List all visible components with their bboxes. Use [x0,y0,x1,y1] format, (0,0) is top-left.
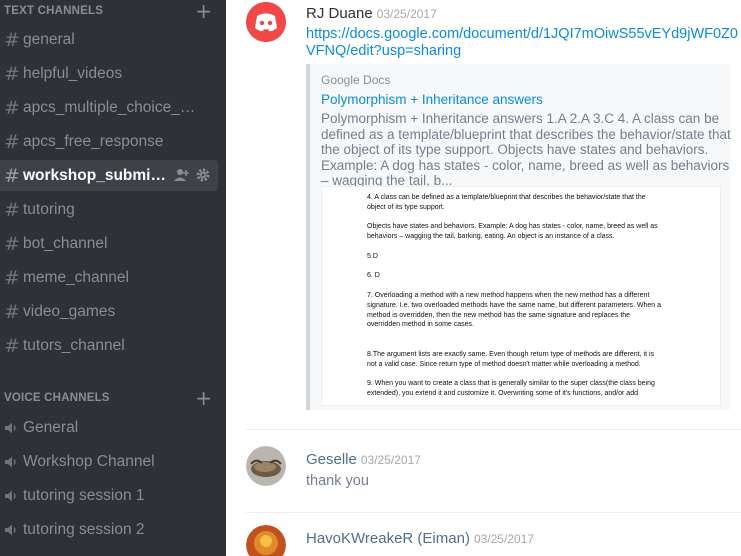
hash-icon: # [4,198,20,221]
channel-name: meme_channel [23,268,129,286]
message-text: thank you [306,473,369,489]
text-channel-item[interactable]: # apcs_free_response [0,126,218,157]
voice-channel-item[interactable]: Workshop Channel [0,446,218,477]
document-preview-line: 4. A class can be defined as a template/… [367,194,646,201]
author-name[interactable]: Geselle [306,451,357,468]
text-channel-item[interactable]: # bot_channel [0,228,218,259]
text-channel-item[interactable]: # meme_channel [0,262,218,293]
avatar[interactable] [246,2,286,42]
document-preview-line: object of its type support. [367,203,445,211]
channel-sidebar: TEXT CHANNELS + # general # helpful_videos #… [0,0,226,556]
hash-icon: # [4,232,20,255]
message-area: RJ Duane 03/25/2017 https://docs.google.c… [226,0,741,556]
channel-name: video_games [23,302,116,320]
document-preview-line: not a valid case. Since return type of m… [367,360,641,368]
hash-icon: # [4,300,20,323]
channel-name: tutoring [23,200,75,218]
gear-icon[interactable] [196,168,210,182]
channel-name: tutoring session 1 [23,486,145,504]
channel-name: bot_channel [23,234,108,252]
voice-channels-title: VOICE CHANNELS [4,392,110,404]
channel-name: helpful_videos [23,64,123,82]
document-preview-line: 8.The argument lists are exactly same. E… [367,350,655,358]
document-preview-line: 7. Overloading a method with a new metho… [367,292,650,299]
channel-actions [174,168,210,182]
avatar[interactable] [246,446,286,486]
speaker-icon [4,523,20,537]
embed-document-preview-image[interactable]: 4. A class can be defined as a template/… [321,186,721,406]
channel-name: tutors_channel [23,336,125,354]
hash-icon: # [4,96,20,119]
channel-name: workshop_submissi... [23,166,173,184]
voice-channel-item[interactable]: General [0,412,218,443]
channel-name: apcs_free_response [23,132,164,150]
text-channel-item[interactable]: # video_games [0,296,218,327]
channel-name: tutoring session 2 [23,520,145,538]
timestamp: 03/25/2017 [473,532,535,546]
text-channel-item[interactable]: # helpful_videos [0,58,218,89]
embed-provider: Google Docs [321,73,391,87]
voice-channel-item[interactable]: tutoring session 2 [0,514,218,545]
document-preview-line: signature. I.e. two overloaded methods h… [367,301,662,309]
avatar[interactable] [246,525,286,556]
document-preview-line: overridden method in some cases. [367,321,474,329]
channel-name: apcs_multiple_choice_qu... [23,98,203,116]
channel-name: general [23,30,75,48]
document-preview-line: Objects have states and behaviors. Examp… [367,223,658,231]
fiery-avatar-icon [246,525,286,556]
add-text-channel-icon[interactable]: + [195,1,212,21]
message-header: Geselle 03/25/2017 [306,451,421,468]
message-link[interactable]: https://docs.google.com/document/d/1JQI7… [306,26,741,60]
document-preview-line: 9. When you want to create a class that … [367,380,655,388]
speaker-icon [4,489,20,503]
hash-icon: # [4,62,20,85]
message-divider [246,429,741,430]
channel-name: Workshop Channel [23,452,155,470]
hash-icon: # [4,28,20,51]
crab-photo-avatar-icon [246,446,286,486]
document-preview-line: behaviors – wagging the tail, barking, e… [367,233,615,241]
hash-icon: # [4,130,20,153]
author-name[interactable]: HavoKWreakeR (Eiman) [306,530,470,547]
timestamp: 03/25/2017 [360,453,421,467]
link-embed: Google Docs Polymorphism + Inheritance a… [306,64,731,410]
text-channel-item[interactable]: # workshop_submissi... [0,160,218,191]
document-preview-line: extended), you extend it and customize i… [367,390,638,397]
discord-logo-icon [246,2,286,42]
hash-icon: # [4,164,20,187]
hash-icon: # [4,266,20,289]
text-channels-title: TEXT CHANNELS [4,5,104,17]
hash-icon: # [4,334,20,357]
document-preview-line: method is overridden, then the new metho… [367,311,631,319]
embed-title-link[interactable]: Polymorphism + Inheritance answers [321,92,543,107]
document-preview-line: 5.D [367,252,378,260]
timestamp: 03/25/2017 [376,7,437,21]
add-voice-channel-icon[interactable]: + [195,388,212,408]
text-channel-item[interactable]: # general [0,24,218,55]
voice-channels-header[interactable]: VOICE CHANNELS + [4,388,218,408]
speaker-icon [4,455,20,469]
text-channel-item[interactable]: # apcs_multiple_choice_qu... [0,92,218,123]
text-channel-item[interactable]: # tutors_channel [0,330,218,361]
message-divider [246,512,741,513]
voice-channel-item[interactable]: tutoring session 1 [0,480,218,511]
text-channels-header[interactable]: TEXT CHANNELS + [4,1,218,21]
invite-people-icon[interactable] [174,168,190,182]
speaker-icon [4,421,20,435]
embed-description: Polymorphism + Inheritance answers 1.A 2… [321,111,731,188]
channel-name: General [23,418,79,436]
text-channel-item[interactable]: # tutoring [0,194,218,225]
message-header: RJ Duane 03/25/2017 [306,5,437,22]
document-preview-line: 6. D [367,272,380,280]
message-header: HavoKWreakeR (Eiman) 03/25/2017 [306,530,534,547]
author-name[interactable]: RJ Duane [306,5,373,22]
